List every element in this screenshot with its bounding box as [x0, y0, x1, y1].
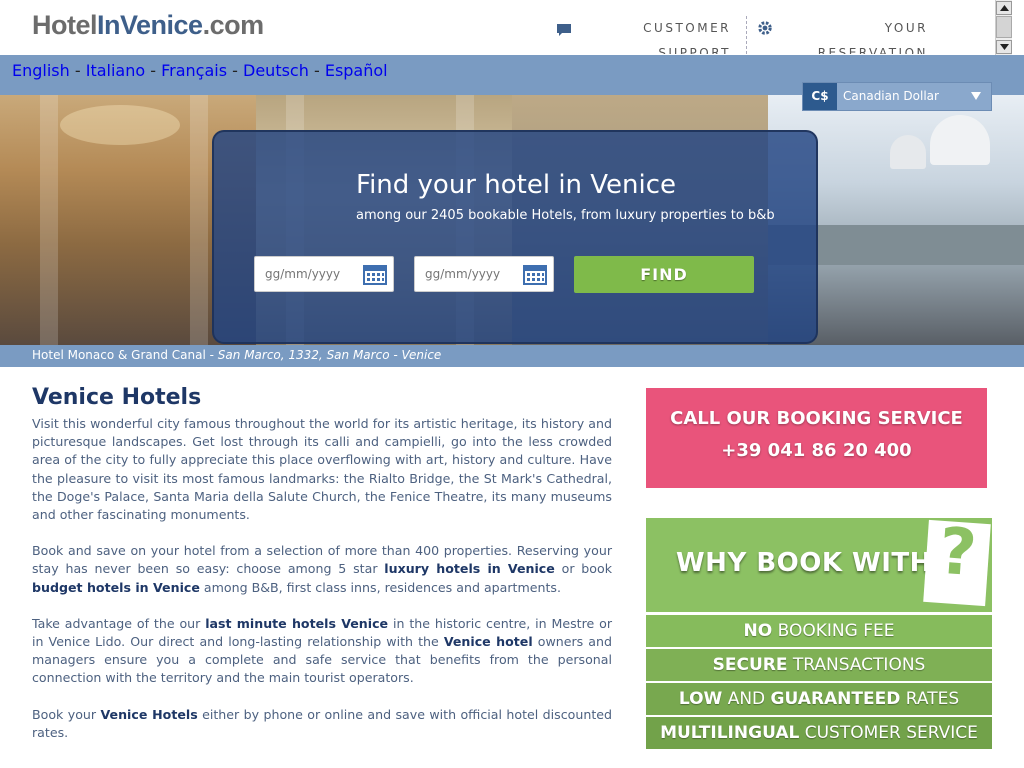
- lang-italiano[interactable]: Italiano: [86, 61, 145, 80]
- call-booking-service-banner[interactable]: CALL OUR BOOKING SERVICE +39 041 86 20 4…: [646, 388, 987, 488]
- lang-english[interactable]: English: [12, 61, 70, 80]
- question-mark-icon: ?: [923, 515, 991, 607]
- caret-down-icon: [971, 92, 981, 100]
- last-minute-hotels-link[interactable]: last minute hotels Venice: [205, 616, 388, 631]
- lang-francais[interactable]: Français: [161, 61, 227, 80]
- caption-hotel: Hotel Monaco & Grand Canal -: [32, 348, 218, 362]
- find-button[interactable]: FIND: [574, 256, 754, 293]
- checkout-date-field[interactable]: [414, 256, 554, 292]
- search-title: Find your hotel in Venice: [356, 170, 677, 200]
- checkin-date-field[interactable]: [254, 256, 394, 292]
- chat-icon: [557, 24, 571, 36]
- last-minute-paragraph: Take advantage of the our last minute ho…: [32, 615, 612, 686]
- calendar-icon[interactable]: [523, 263, 547, 285]
- book-paragraph: Book your Venice Hotels either by phone …: [32, 706, 612, 740]
- why-book-with-us-banner: WHY BOOK WITH US ? NO BOOKING FEE SECURE…: [646, 515, 992, 750]
- site-logo[interactable]: HotelInVenice.com: [32, 10, 264, 41]
- main-body-text: Visit this wonderful city famous through…: [32, 415, 612, 760]
- your-reservation-link[interactable]: YOUR RESERVATION: [780, 16, 928, 54]
- why-book-header: WHY BOOK WITH US ?: [646, 515, 992, 612]
- venice-hotels-link[interactable]: Venice Hotels: [100, 707, 197, 722]
- luxury-hotels-link[interactable]: luxury hotels in Venice: [384, 561, 555, 576]
- venice-hotel-link[interactable]: Venice hotel: [444, 634, 533, 649]
- why-row-secure: SECURE TRANSACTIONS: [646, 649, 992, 681]
- arrow-down-icon: [1000, 44, 1009, 50]
- budget-hotels-link[interactable]: budget hotels in Venice: [32, 580, 200, 595]
- site-header: HotelInVenice.com CUSTOMER SUPPORT YOUR …: [0, 0, 1024, 55]
- caption-address: San Marco, 1332, San Marco - Venice: [217, 348, 442, 362]
- scroll-down-button[interactable]: [996, 40, 1012, 54]
- arrow-up-icon: [1000, 5, 1009, 11]
- booking-paragraph: Book and save on your hotel from a selec…: [32, 543, 612, 595]
- gear-icon: [758, 21, 772, 35]
- photo-caption: Hotel Monaco & Grand Canal - San Marco, …: [32, 348, 441, 362]
- why-row-multilingual: MULTILINGUAL CUSTOMER SERVICE: [646, 717, 992, 749]
- page-title: Venice Hotels: [32, 385, 202, 410]
- header-divider: [746, 16, 747, 54]
- calendar-icon[interactable]: [363, 263, 387, 285]
- why-row-low-rates: LOW AND GUARANTEED RATES: [646, 683, 992, 715]
- photo-caption-bar: Hotel Monaco & Grand Canal - San Marco, …: [0, 345, 1024, 367]
- lang-deutsch[interactable]: Deutsch: [243, 61, 309, 80]
- currency-name: Canadian Dollar: [843, 89, 939, 103]
- search-subtitle: among our 2405 bookable Hotels, from lux…: [356, 208, 775, 223]
- lang-espanol[interactable]: Español: [325, 61, 388, 80]
- call-label: CALL OUR BOOKING SERVICE: [670, 408, 963, 429]
- intro-paragraph: Visit this wonderful city famous through…: [32, 416, 612, 523]
- call-phone: +39 041 86 20 400: [721, 440, 912, 461]
- scroll-up-button[interactable]: [996, 1, 1012, 15]
- hotel-search-box: Find your hotel in Venice among our 2405…: [212, 130, 818, 344]
- checkin-input[interactable]: [255, 257, 359, 291]
- why-row-no-fee: NO BOOKING FEE: [646, 615, 992, 647]
- scroll-thumb[interactable]: [996, 16, 1012, 38]
- language-list: English - Italiano - Français - Deutsch …: [12, 61, 388, 80]
- checkout-input[interactable]: [415, 257, 519, 291]
- currency-selector[interactable]: C$ Canadian Dollar: [802, 82, 992, 111]
- header-scrollbar[interactable]: [995, 0, 1012, 55]
- customer-support-link[interactable]: CUSTOMER SUPPORT: [585, 16, 731, 54]
- currency-symbol: C$: [803, 83, 837, 110]
